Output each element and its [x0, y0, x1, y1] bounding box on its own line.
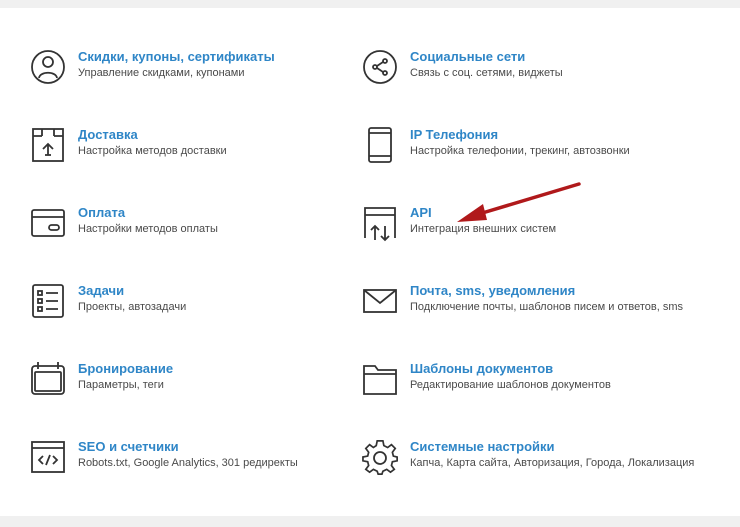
- checklist-icon: [30, 282, 66, 320]
- settings-item-desc: Robots.txt, Google Analytics, 301 редире…: [78, 457, 298, 469]
- settings-item-title[interactable]: Системные настройки: [410, 438, 555, 455]
- settings-item-desc: Связь с соц. сетями, виджеты: [410, 67, 563, 79]
- settings-item-system[interactable]: Системные настройки Капча, Карта сайта, …: [362, 438, 702, 482]
- settings-item-payment[interactable]: Оплата Настройки методов оплаты: [30, 204, 370, 248]
- settings-item-title[interactable]: Социальные сети: [410, 48, 525, 65]
- settings-item-title[interactable]: Скидки, купоны, сертификаты: [78, 48, 275, 65]
- settings-item-title[interactable]: Оплата: [78, 204, 125, 221]
- envelope-icon: [362, 282, 398, 320]
- gear-icon: [362, 438, 398, 476]
- settings-item-templates[interactable]: Шаблоны документов Редактирование шаблон…: [362, 360, 702, 404]
- credit-card-icon: [30, 204, 66, 242]
- settings-item-title[interactable]: Доставка: [78, 126, 138, 143]
- box-upload-icon: [30, 126, 66, 164]
- settings-item-desc: Редактирование шаблонов документов: [410, 379, 611, 391]
- arrowhead-icon: [457, 204, 487, 222]
- api-transfer-icon: [362, 204, 398, 242]
- code-window-icon: [30, 438, 66, 476]
- user-circle-icon: [30, 48, 66, 86]
- settings-item-title[interactable]: IP Телефония: [410, 126, 498, 143]
- red-arrow-annotation: [457, 182, 581, 222]
- settings-item-seo[interactable]: SEO и счетчики Robots.txt, Google Analyt…: [30, 438, 370, 482]
- settings-item-title[interactable]: Почта, sms, уведомления: [410, 282, 575, 299]
- settings-item-title[interactable]: API: [410, 204, 432, 221]
- settings-item-desc: Капча, Карта сайта, Авторизация, Города,…: [410, 457, 695, 469]
- settings-item-title[interactable]: SEO и счетчики: [78, 438, 179, 455]
- settings-item-tasks[interactable]: Задачи Проекты, автозадачи: [30, 282, 370, 326]
- settings-item-desc: Настройки методов оплаты: [78, 223, 218, 235]
- share-icon: [362, 48, 398, 86]
- settings-item-discounts[interactable]: Скидки, купоны, сертификаты Управление с…: [30, 48, 370, 92]
- settings-item-title[interactable]: Задачи: [78, 282, 124, 299]
- settings-item-desc: Настройка телефонии, трекинг, автозвонки: [410, 145, 630, 157]
- settings-item-desc: Подключение почты, шаблонов писем и отве…: [410, 301, 684, 313]
- settings-item-title[interactable]: Бронирование: [78, 360, 173, 377]
- settings-item-social[interactable]: Социальные сети Связь с соц. сетями, вид…: [362, 48, 702, 92]
- calendar-icon: [30, 360, 66, 398]
- settings-item-booking[interactable]: Бронирование Параметры, теги: [30, 360, 370, 404]
- settings-item-title[interactable]: Шаблоны документов: [410, 360, 553, 377]
- settings-item-desc: Настройка методов доставки: [78, 145, 227, 157]
- settings-item-mail[interactable]: Почта, sms, уведомления Подключение почт…: [362, 282, 702, 326]
- settings-item-desc: Проекты, автозадачи: [78, 301, 187, 313]
- phone-device-icon: [362, 126, 398, 164]
- settings-panel: Скидки, купоны, сертификаты Управление с…: [0, 8, 740, 516]
- settings-item-desc: Управление скидками, купонами: [78, 67, 245, 79]
- settings-item-desc: Параметры, теги: [78, 379, 164, 391]
- folder-icon: [362, 360, 398, 398]
- settings-item-delivery[interactable]: Доставка Настройка методов доставки: [30, 126, 370, 170]
- settings-item-ip-phone[interactable]: IP Телефония Настройка телефонии, трекин…: [362, 126, 702, 170]
